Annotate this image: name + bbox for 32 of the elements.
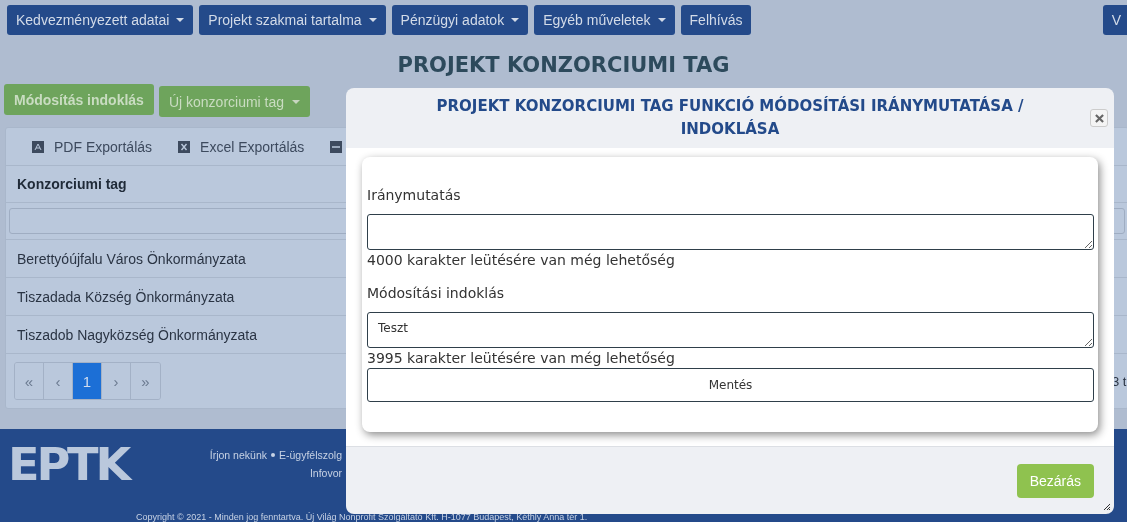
character-count-text: 4000 karakter leütésére van még lehetőség <box>367 251 676 270</box>
table-cell: Tiszadob Nagyközség Önkormányzata <box>17 326 257 343</box>
menu-button[interactable]: Felhívás <box>680 5 752 35</box>
close-icon[interactable] <box>1090 109 1108 127</box>
footer-link[interactable]: Írjon nekünk <box>209 449 267 461</box>
page-button[interactable]: 1 <box>73 363 102 399</box>
table-cell: Tiszadada Község Önkormányzata <box>17 288 235 305</box>
menu-button[interactable]: Egyéb műveletek <box>534 5 675 35</box>
table-cell: Berettyóújfalu Város Önkormányzata <box>17 250 246 267</box>
pdf-file-icon <box>32 140 44 153</box>
save-button[interactable]: Mentés <box>367 368 1094 402</box>
character-count-text: 3995 karakter leütésére van még lehetőség <box>367 349 676 368</box>
footer-link[interactable]: Infovor <box>309 467 342 479</box>
csv-file-icon <box>330 140 343 153</box>
field-label: Módosítási indoklás <box>367 285 506 301</box>
column-header: Konzorciumi tag <box>17 176 127 192</box>
excel-file-icon <box>178 140 191 153</box>
resize-grip-icon <box>1103 503 1111 511</box>
footer-link[interactable]: E-ügyfélszolg <box>278 449 342 461</box>
text-area[interactable] <box>367 214 1094 250</box>
bullet-icon <box>270 453 275 457</box>
text-area[interactable]: Teszt <box>367 312 1094 348</box>
field-label: Iránymutatás <box>367 187 462 203</box>
export-button[interactable]: PDF Exportálás <box>54 138 153 155</box>
menu-button[interactable]: Pénzügyi adatok <box>391 5 529 35</box>
menu-button[interactable]: V <box>1102 5 1127 35</box>
menu-button[interactable]: Kedvezményezett adatai <box>7 5 194 35</box>
page-title: PROJEKT KONZORCIUMI TAG <box>396 53 731 79</box>
menu-button[interactable]: Projekt szakmai tartalma <box>199 5 386 35</box>
export-button[interactable]: Excel Exportálás <box>200 138 305 155</box>
logo-text: EPTK <box>8 441 129 489</box>
modal-title: PROJEKT KONZORCIUMI TAG FUNKCIÓ MÓDOSÍTÁSI IRÁNYMUTATÁSA / INDOKLÁSA <box>435 95 1025 140</box>
